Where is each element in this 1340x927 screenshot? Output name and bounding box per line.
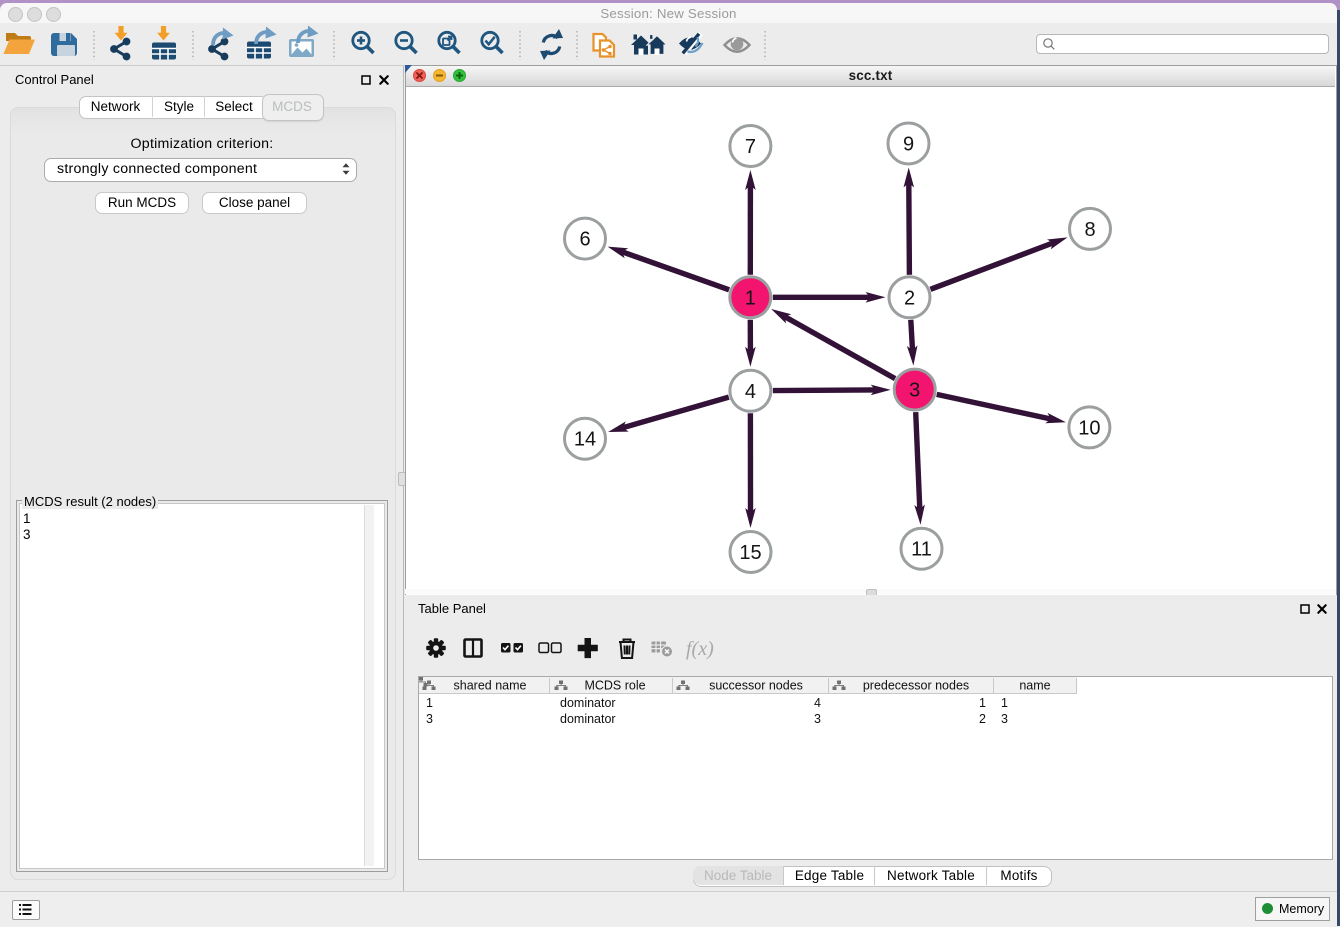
svg-text:7: 7 [745,136,756,158]
svg-text:name: name [1019,679,1050,693]
svg-text:3: 3 [909,380,920,402]
svg-text:predecessor nodes: predecessor nodes [863,679,969,693]
svg-text:shared name: shared name [454,679,527,693]
svg-text:MCDS role: MCDS role [584,679,645,693]
svg-text:4: 4 [745,381,756,403]
svg-text:6: 6 [579,229,590,251]
svg-text:11: 11 [911,539,932,561]
svg-text:8: 8 [1084,219,1095,241]
svg-text:15: 15 [739,542,761,564]
svg-text:1: 1 [745,287,756,309]
svg-text:f(x): f(x) [686,638,714,660]
svg-text:successor nodes: successor nodes [709,679,803,693]
svg-text:14: 14 [574,429,596,451]
svg-text:10: 10 [1078,417,1100,439]
svg-text:9: 9 [903,134,914,156]
svg-text:2: 2 [904,287,915,309]
